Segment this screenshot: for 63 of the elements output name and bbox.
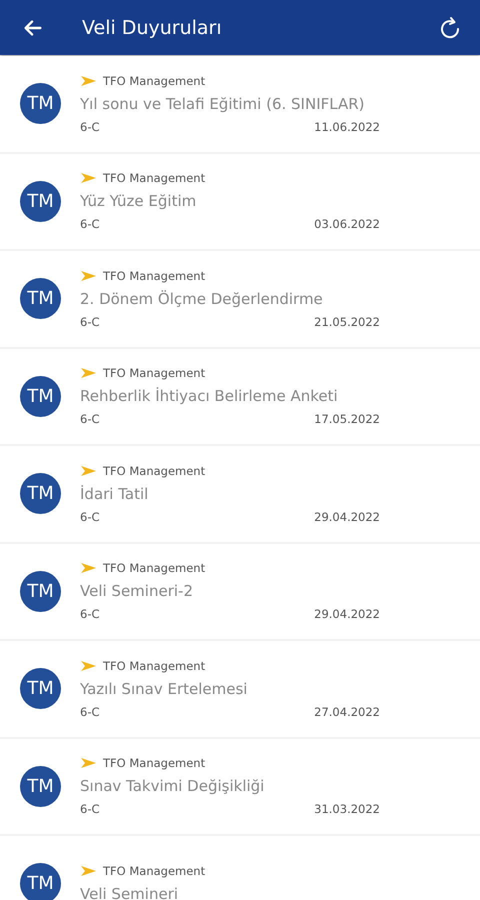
announcement-title: Yıl sonu ve Telafi Eğitimi (6. SINIFLAR) — [80, 94, 366, 113]
send-arrow-icon — [80, 270, 97, 282]
sender-name: TFO Management — [103, 756, 206, 770]
announcement-row[interactable]: TM TFO Management Yazılı Sınav Ertelemesi 6-C 27.04.2022 — [0, 641, 480, 736]
sender-name: TFO Management — [103, 366, 206, 380]
avatar: TM — [20, 766, 61, 807]
announcement-date: 29.04.2022 — [314, 510, 380, 524]
announcement-row[interactable]: TM TFO Management Yüz Yüze Eğitim 6-C 03.06.2022 — [0, 154, 480, 249]
sender-name: TFO Management — [103, 268, 206, 283]
send-arrow-icon — [80, 865, 97, 878]
announcement-row[interactable]: TM TFO Management Veli Semineri-2 6-C 29.04.2022 — [0, 544, 480, 639]
announcement-title: Yüz Yüze Eğitim — [80, 192, 198, 210]
announcement-date: 31.03.2022 — [314, 802, 380, 816]
avatar: TM — [20, 863, 61, 900]
announcement-row[interactable]: TM TFO Management Yıl sonu ve Telafi Eğitimi (6. SINIFLAR) 6-C 11.06.2022 — [0, 56, 480, 152]
announcement-row[interactable]: TM TFO Management Sınav Takvimi Değişikliği 6-C 31.03.2022 — [0, 738, 480, 834]
sender-name: TFO Management — [103, 864, 206, 878]
class-label: 6-C — [80, 412, 100, 426]
announcement-date: 03.06.2022 — [314, 217, 380, 232]
announcement-row[interactable]: TM TFO Management Veli Semineri — [0, 836, 480, 900]
sender-name: TFO Management — [103, 74, 206, 88]
announcement-date: 21.05.2022 — [314, 314, 380, 329]
send-arrow-icon — [80, 172, 97, 184]
class-label: 6-C — [80, 510, 100, 524]
class-label: 6-C — [80, 217, 100, 232]
send-arrow-icon — [80, 367, 97, 380]
sender-name: TFO Management — [103, 171, 206, 186]
sender-name: TFO Management — [103, 658, 206, 673]
avatar: TM — [20, 83, 61, 124]
announcement-date: 11.06.2022 — [314, 120, 380, 134]
announcement-title: Veli Semineri-2 — [80, 582, 194, 600]
sender-name: TFO Management — [103, 464, 206, 478]
send-arrow-icon — [80, 464, 97, 477]
announcement-row[interactable]: TM TFO Management Rehberlik İhtiyacı Belirleme Anketi 6-C 17.05.2022 — [0, 348, 480, 444]
avatar: TM — [20, 668, 61, 710]
refresh-icon — [438, 16, 462, 40]
avatar: TM — [20, 376, 61, 417]
announcement-date: 29.04.2022 — [314, 607, 380, 622]
send-arrow-icon — [80, 562, 97, 574]
class-label: 6-C — [80, 607, 100, 622]
announcement-title: Rehberlik İhtiyacı Belirleme Anketi — [80, 387, 339, 406]
sender-name: TFO Management — [103, 561, 206, 576]
class-label: 6-C — [80, 120, 100, 134]
send-arrow-icon — [80, 74, 97, 87]
class-label: 6-C — [80, 704, 100, 719]
announcement-date: 17.05.2022 — [314, 412, 380, 426]
send-arrow-icon — [80, 660, 97, 672]
announcement-title: 2. Dönem Ölçme Değerlendirme — [80, 290, 324, 308]
announcement-row[interactable]: TM TFO Management İdari Tatil 6-C 29.04.2022 — [0, 446, 480, 542]
announcement-title: Sınav Takvimi Değişikliği — [80, 777, 266, 796]
avatar: TM — [20, 473, 61, 514]
avatar: TM — [20, 570, 61, 612]
class-label: 6-C — [80, 802, 100, 816]
announcement-title: Veli Semineri — [80, 885, 180, 900]
announcement-row[interactable]: TM TFO Management 2. Dönem Ölçme Değerlendirme 6-C 21.05.2022 — [0, 251, 480, 346]
send-arrow-icon — [80, 757, 97, 770]
class-label: 6-C — [80, 314, 100, 329]
screen-title: Veli Duyuruları — [82, 16, 223, 38]
avatar: TM — [20, 180, 61, 222]
announcement-date: 27.04.2022 — [314, 704, 380, 719]
avatar: TM — [20, 278, 61, 320]
announcement-title: İdari Tatil — [80, 484, 150, 503]
announcement-title: Yazılı Sınav Ertelemesi — [80, 680, 248, 698]
